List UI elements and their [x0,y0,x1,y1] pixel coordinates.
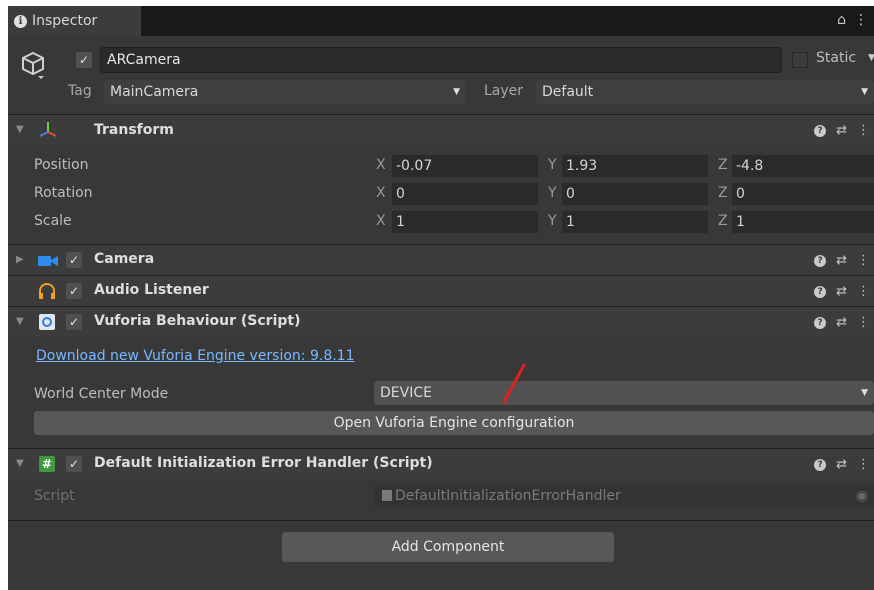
chevron-down-icon: ▼ [861,87,868,97]
divider [8,520,874,521]
preset-icon[interactable]: ⇄ [836,457,847,472]
tab-inspector[interactable]: i Inspector [8,6,141,36]
preset-icon[interactable]: ⇄ [836,253,847,268]
camera-icon [38,254,58,272]
world-center-mode-label: World Center Mode [34,386,169,402]
layer-value: Default [542,84,594,100]
foldout-arrow-icon[interactable]: ▶ [16,254,24,265]
z-axis-label[interactable]: Z [718,185,728,201]
error-handler-header[interactable]: ▼ # ✓ Default Initialization Error Handl… [8,449,874,479]
headphones-icon [38,282,56,304]
more-menu-icon[interactable]: ⋮ [854,12,868,28]
add-component-button[interactable]: Add Component [282,532,614,562]
tab-label: Inspector [32,13,98,29]
help-icon[interactable]: ? [814,254,827,267]
help-icon[interactable]: ? [814,124,827,137]
more-menu-icon[interactable]: ⋮ [857,284,870,299]
preset-icon[interactable]: ⇄ [836,284,847,299]
x-axis-label[interactable]: X [376,185,386,201]
hash-script-icon: # [39,456,55,472]
tag-label: Tag [68,83,92,99]
info-icon: i [14,14,27,28]
help-icon[interactable]: ? [814,316,827,329]
open-vuforia-config-label: Open Vuforia Engine configuration [333,415,575,431]
tag-value: MainCamera [110,84,199,100]
error-handler-title: Default Initialization Error Handler (Sc… [94,455,433,471]
tag-dropdown[interactable]: MainCamera ▼ [104,80,466,104]
download-update-link[interactable]: Download new Vuforia Engine version: 9.8… [36,348,355,364]
audio-listener-header[interactable]: ✓ Audio Listener ? ⇄ ⋮ [8,276,874,306]
rotation-x-field[interactable]: 0 [392,183,538,205]
script-file-icon [382,490,392,501]
static-dropdown-icon[interactable]: ▼ [868,53,874,63]
z-axis-label[interactable]: Z [718,213,728,229]
audio-listener-title: Audio Listener [94,282,209,298]
world-center-mode-dropdown[interactable]: DEVICE ▼ [374,381,874,405]
static-label[interactable]: Static [816,50,856,66]
x-axis-label[interactable]: X [376,213,386,229]
tab-bar: i Inspector ⌂ ⋮ [8,6,874,36]
vuforia-behaviour-header[interactable]: ▼ ✓ Vuforia Behaviour (Script) ? ⇄ ⋮ [8,307,874,337]
error-handler-enabled-checkbox[interactable]: ✓ [66,456,82,472]
rotation-y-field[interactable]: 0 [562,183,708,205]
script-value: DefaultInitializationErrorHandler [395,488,621,504]
scale-label: Scale [34,213,72,229]
scale-y-field[interactable]: 1 [562,211,708,233]
position-x-field[interactable]: -0.07 [392,155,538,177]
y-axis-label[interactable]: Y [548,157,557,173]
more-menu-icon[interactable]: ⋮ [857,253,870,268]
vuforia-title: Vuforia Behaviour (Script) [94,313,301,329]
more-menu-icon[interactable]: ⋮ [857,123,870,138]
camera-title: Camera [94,251,155,267]
help-icon[interactable]: ? [814,458,827,471]
world-center-mode-value: DEVICE [380,385,432,401]
y-axis-label[interactable]: Y [548,213,557,229]
script-object-field: DefaultInitializationErrorHandler ◉ [374,484,874,508]
gameobject-cube-icon [20,50,46,84]
layer-dropdown[interactable]: Default ▼ [536,80,874,104]
preset-icon[interactable]: ⇄ [836,123,847,138]
lock-icon[interactable]: ⌂ [837,12,846,28]
scale-z-field[interactable]: 1 [732,211,874,233]
audio-listener-enabled-checkbox[interactable]: ✓ [66,283,82,299]
foldout-arrow-icon[interactable]: ▼ [16,124,24,135]
preset-icon[interactable]: ⇄ [836,315,847,330]
y-axis-label[interactable]: Y [548,185,557,201]
position-y-field[interactable]: 1.93 [562,155,708,177]
script-label: Script [34,488,75,504]
more-menu-icon[interactable]: ⋮ [857,457,870,472]
transform-header[interactable]: ▼ Transform ? ⇄ ⋮ [8,115,874,145]
rotation-label: Rotation [34,185,93,201]
gameobject-name: ARCamera [107,52,181,68]
rotation-z-field[interactable]: 0 [732,183,874,205]
position-z-field[interactable]: -4.8 [732,155,874,177]
camera-header[interactable]: ▶ ✓ Camera ? ⇄ ⋮ [8,245,874,275]
inspector-window: i Inspector ⌂ ⋮ ✓ ARCamera Static ▼ Tag … [8,6,874,590]
transform-icon [38,120,58,144]
position-label: Position [34,157,89,173]
script-icon [39,314,55,334]
foldout-arrow-icon[interactable]: ▼ [16,316,24,327]
chevron-down-icon: ▼ [861,388,868,398]
scale-x-field[interactable]: 1 [392,211,538,233]
gameobject-name-field[interactable]: ARCamera [100,47,782,73]
annotation-mark [502,363,526,404]
add-component-label: Add Component [391,539,505,555]
static-checkbox[interactable] [792,52,808,68]
chevron-down-icon: ▼ [453,87,460,97]
open-vuforia-config-button[interactable]: Open Vuforia Engine configuration [34,411,874,435]
vuforia-enabled-checkbox[interactable]: ✓ [66,314,82,330]
x-axis-label[interactable]: X [376,157,386,173]
gameobject-active-checkbox[interactable]: ✓ [76,52,92,68]
more-menu-icon[interactable]: ⋮ [857,315,870,330]
layer-label: Layer [484,83,524,99]
foldout-arrow-icon[interactable]: ▼ [16,458,24,469]
transform-title: Transform [94,122,174,138]
z-axis-label[interactable]: Z [718,157,728,173]
camera-enabled-checkbox[interactable]: ✓ [66,252,82,268]
help-icon[interactable]: ? [814,285,827,298]
object-picker-icon: ◉ [855,488,868,504]
